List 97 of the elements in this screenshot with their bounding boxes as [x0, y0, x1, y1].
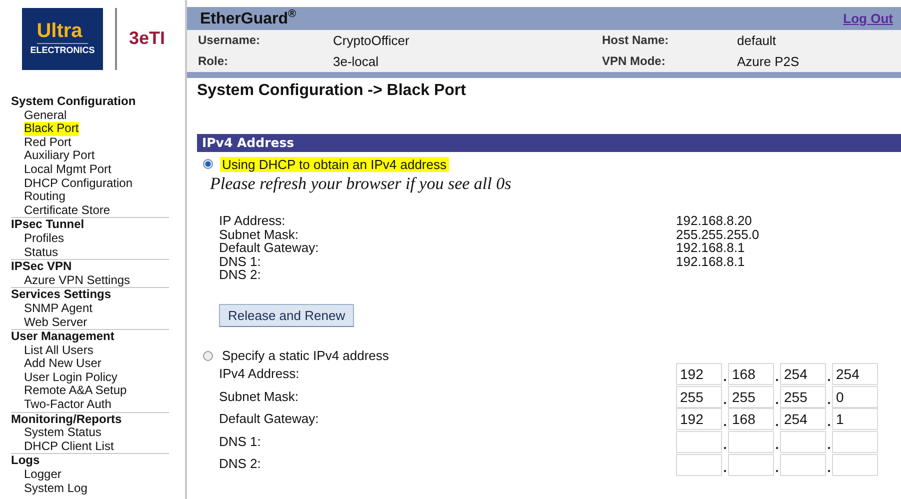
- product-logo: 3eTI: [129, 28, 166, 49]
- section-header: IPv4 Address: [197, 134, 901, 152]
- octet-field[interactable]: 168: [728, 408, 774, 430]
- info-label: Username:: [198, 32, 262, 49]
- octet-separator: [828, 424, 830, 426]
- nav-link[interactable]: Add New User: [24, 357, 102, 371]
- nav-link[interactable]: Red Port: [24, 136, 72, 150]
- nav-link[interactable]: Web Server: [24, 316, 88, 330]
- radio-button[interactable]: [203, 159, 213, 169]
- company-logo: Ultra ELECTRONICS: [22, 8, 103, 70]
- octet-field[interactable]: [728, 454, 774, 476]
- octet-separator: [724, 470, 726, 472]
- nav-group-title: System Configuration: [11, 95, 136, 109]
- octet-field[interactable]: [728, 431, 774, 454]
- field-label: IPv4 Address:: [219, 364, 300, 383]
- octet-field[interactable]: 254: [832, 363, 878, 386]
- field-value: 192.168.8.1: [676, 241, 746, 255]
- nav-group-title: User Management: [11, 330, 114, 344]
- nav-group-title: IPsec Tunnel: [11, 218, 84, 232]
- nav-link[interactable]: Certificate Store: [24, 204, 110, 218]
- page-title: System Configuration -> Black Port: [197, 82, 466, 100]
- nav-link[interactable]: Routing: [24, 190, 66, 204]
- octet-field[interactable]: 255: [728, 386, 774, 408]
- octet-field[interactable]: 1: [832, 408, 878, 430]
- field-label: DNS 1:: [219, 432, 262, 451]
- info-label: Role:: [198, 53, 229, 70]
- octet-field[interactable]: [676, 431, 722, 454]
- info-value: default: [737, 32, 778, 50]
- octet-separator: [828, 379, 830, 382]
- octet-separator: [776, 424, 778, 426]
- option-label: Using DHCP to obtain an IPv4 address: [220, 156, 448, 172]
- field-label: IP Address:: [219, 214, 286, 228]
- field-label: Default Gateway:: [219, 410, 320, 428]
- field-label: DNS 1:: [219, 254, 262, 268]
- nav-link[interactable]: Profiles: [24, 232, 64, 246]
- octet-field[interactable]: 254: [780, 363, 826, 386]
- octet-separator: [828, 447, 830, 450]
- octet-field[interactable]: [676, 454, 722, 476]
- nav-link[interactable]: General: [24, 108, 67, 122]
- nav-group-title: IPSec VPN: [11, 260, 72, 274]
- refresh-note: Please refresh your browser if you see all 0s: [210, 174, 512, 194]
- option-label: Specify a static IPv4 address: [221, 348, 390, 364]
- nav-link[interactable]: Two-Factor Auth: [24, 398, 112, 412]
- nav-link[interactable]: Logger: [24, 468, 62, 482]
- info-value: 3e-local: [333, 53, 380, 71]
- info-label: VPN Mode:: [602, 53, 666, 70]
- octet-field[interactable]: 192: [676, 408, 722, 430]
- octet-separator: [828, 402, 830, 404]
- octet-field[interactable]: 168: [728, 363, 774, 386]
- nav-link[interactable]: DHCP Configuration: [24, 176, 132, 190]
- nav-link[interactable]: Status: [24, 246, 58, 260]
- nav-link[interactable]: Local Mgmt Port: [24, 162, 112, 177]
- octet-separator: [724, 402, 726, 404]
- octet-separator: [724, 379, 726, 382]
- octet-field[interactable]: [832, 454, 878, 476]
- field-label: DNS 2:: [219, 268, 262, 282]
- octet-separator: [776, 379, 778, 382]
- nav-link[interactable]: List All Users: [24, 344, 94, 358]
- nav-link[interactable]: DHCP Client List: [24, 440, 114, 454]
- nav-link[interactable]: Azure VPN Settings: [24, 274, 130, 288]
- octet-separator: [776, 470, 778, 472]
- info-label: Host Name:: [602, 32, 670, 49]
- field-value: 255.255.255.0: [676, 228, 760, 242]
- app-title: EtherGuard$^{®}$: [200, 8, 296, 29]
- nav-group-title: Monitoring/Reports: [11, 412, 122, 426]
- octet-field[interactable]: [780, 431, 826, 454]
- nav-link[interactable]: System Status: [24, 426, 102, 440]
- octet-separator: [776, 402, 778, 404]
- nav-link[interactable]: System Log: [24, 482, 88, 496]
- release-renew-button[interactable]: Release and Renew: [219, 304, 354, 327]
- octet-field[interactable]: 255: [676, 386, 722, 408]
- info-value: CryptoOfficer: [333, 32, 410, 50]
- field-label: DNS 2:: [219, 455, 262, 474]
- info-value: Azure P2S: [737, 53, 800, 71]
- nav-link[interactable]: SNMP Agent: [24, 302, 92, 316]
- nav-group-title: Logs: [11, 454, 40, 468]
- octet-field[interactable]: 0: [832, 386, 878, 408]
- field-label: Default Gateway:: [219, 241, 320, 255]
- field-label: Subnet Mask:: [219, 228, 300, 242]
- nav-link[interactable]: User Login Policy: [24, 370, 118, 384]
- octet-separator: [776, 447, 778, 450]
- octet-field[interactable]: [780, 454, 826, 476]
- octet-field[interactable]: 254: [780, 408, 826, 430]
- nav-group-title: Services Settings: [11, 288, 112, 302]
- octet-field[interactable]: 192: [676, 363, 722, 386]
- octet-separator: [724, 447, 726, 450]
- field-value: 192.168.8.20: [676, 214, 753, 228]
- octet-separator: [828, 470, 830, 472]
- octet-field[interactable]: [832, 431, 878, 454]
- nav-link[interactable]: Remote A&A Setup: [24, 384, 127, 398]
- field-label: Subnet Mask:: [219, 388, 300, 406]
- nav-link[interactable]: Auxiliary Port: [24, 149, 95, 163]
- octet-field[interactable]: 255: [780, 386, 826, 408]
- radio-button[interactable]: [203, 350, 213, 361]
- nav-link[interactable]: Black Port: [24, 122, 79, 136]
- field-value: 192.168.8.1: [676, 254, 746, 268]
- octet-separator: [724, 424, 726, 426]
